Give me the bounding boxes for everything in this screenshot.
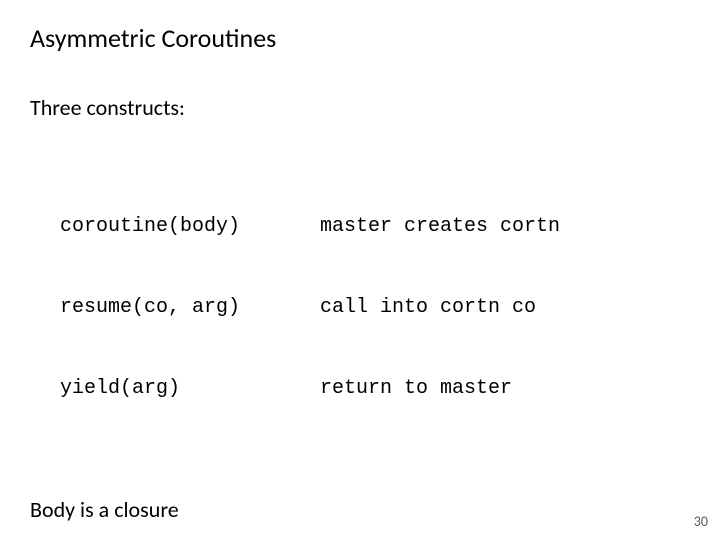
constructs-block: coroutine(body) resume(co, arg) yield(ar… — [30, 159, 690, 456]
construct-line: coroutine(body) — [60, 213, 320, 240]
construct-line: resume(co, arg) — [60, 294, 320, 321]
construct-desc: master creates cortn — [320, 213, 560, 240]
constructs-left-col: coroutine(body) resume(co, arg) yield(ar… — [60, 159, 320, 456]
construct-line: yield(arg) — [60, 375, 320, 402]
page-number: 30 — [694, 513, 708, 530]
slide: Asymmetric Coroutines Three constructs: … — [0, 0, 720, 540]
slide-title: Asymmetric Coroutines — [30, 22, 690, 54]
construct-desc: return to master — [320, 375, 560, 402]
constructs-right-col: master creates cortn call into cortn co … — [320, 159, 560, 456]
closing-text: Body is a closure — [30, 496, 690, 523]
construct-desc: call into cortn co — [320, 294, 560, 321]
subheading: Three constructs: — [30, 94, 690, 121]
